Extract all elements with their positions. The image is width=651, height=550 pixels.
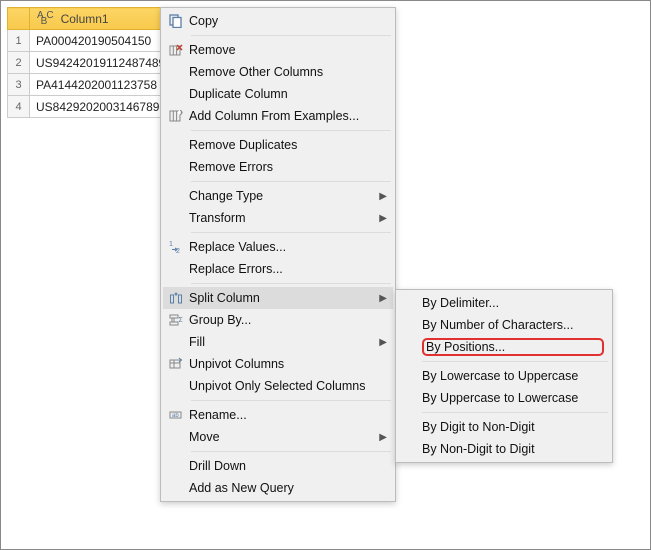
menu-label: Copy bbox=[189, 14, 387, 28]
menu-remove-other[interactable]: Remove Other Columns bbox=[163, 61, 393, 83]
menu-label: Rename... bbox=[189, 408, 387, 422]
submenu-by-digit-nondigit[interactable]: By Digit to Non-Digit bbox=[398, 416, 610, 438]
submenu-arrow-icon: ▶ bbox=[373, 337, 387, 348]
submenu-by-positions[interactable]: By Positions... bbox=[398, 336, 610, 358]
menu-remove-duplicates[interactable]: Remove Duplicates bbox=[163, 134, 393, 156]
submenu-by-delimiter[interactable]: By Delimiter... bbox=[398, 292, 610, 314]
menu-remove-errors[interactable]: Remove Errors bbox=[163, 156, 393, 178]
menu-label: Fill bbox=[189, 335, 373, 349]
menu-label: Unpivot Only Selected Columns bbox=[189, 379, 387, 393]
split-column-icon bbox=[163, 291, 189, 305]
menu-label: Replace Values... bbox=[189, 240, 387, 254]
submenu-label: By Delimiter... bbox=[422, 296, 604, 310]
menu-replace-values[interactable]: 12 Replace Values... bbox=[163, 236, 393, 258]
menu-add-from-examples[interactable]: Add Column From Examples... bbox=[163, 105, 393, 127]
cell-value[interactable]: PA000420190504150 bbox=[30, 30, 173, 52]
menu-label: Add as New Query bbox=[189, 481, 387, 495]
unpivot-icon bbox=[163, 357, 189, 371]
submenu-by-upper-lower[interactable]: By Uppercase to Lowercase bbox=[398, 387, 610, 409]
remove-column-icon bbox=[163, 43, 189, 57]
replace-values-icon: 12 bbox=[163, 240, 189, 254]
menu-label: Change Type bbox=[189, 189, 373, 203]
cell-value[interactable]: US84292020031467895 bbox=[30, 96, 173, 118]
submenu-by-nondigit-digit[interactable]: By Non-Digit to Digit bbox=[398, 438, 610, 460]
submenu-label: By Digit to Non-Digit bbox=[422, 420, 604, 434]
submenu-label: By Non-Digit to Digit bbox=[422, 442, 604, 456]
menu-label: Remove bbox=[189, 43, 387, 57]
table-row[interactable]: 1 PA000420190504150 bbox=[8, 30, 173, 52]
menu-rename[interactable]: ab Rename... bbox=[163, 404, 393, 426]
grid-corner[interactable] bbox=[8, 8, 30, 30]
menu-separator bbox=[422, 412, 608, 413]
submenu-by-lower-upper[interactable]: By Lowercase to Uppercase bbox=[398, 365, 610, 387]
row-number: 2 bbox=[8, 52, 30, 74]
menu-copy[interactable]: Copy bbox=[163, 10, 393, 32]
menu-label: Replace Errors... bbox=[189, 262, 387, 276]
table-row[interactable]: 3 PA4144202001123758 bbox=[8, 74, 173, 96]
menu-split-column[interactable]: Split Column ▶ bbox=[163, 287, 393, 309]
submenu-label: By Positions... bbox=[422, 338, 604, 356]
menu-label: Transform bbox=[189, 211, 373, 225]
add-column-icon bbox=[163, 109, 189, 123]
cell-value[interactable]: US94242019112487489 bbox=[30, 52, 173, 74]
menu-separator bbox=[422, 361, 608, 362]
table-row[interactable]: 4 US84292020031467895 bbox=[8, 96, 173, 118]
row-number: 1 bbox=[8, 30, 30, 52]
menu-label: Remove Other Columns bbox=[189, 65, 387, 79]
menu-label: Unpivot Columns bbox=[189, 357, 387, 371]
menu-label: Group By... bbox=[189, 313, 387, 327]
context-menu: Copy Remove Remove Other Columns Duplica… bbox=[160, 7, 396, 502]
group-by-icon: Σ bbox=[163, 313, 189, 327]
menu-duplicate[interactable]: Duplicate Column bbox=[163, 83, 393, 105]
menu-unpivot-selected[interactable]: Unpivot Only Selected Columns bbox=[163, 375, 393, 397]
submenu-by-numchars[interactable]: By Number of Characters... bbox=[398, 314, 610, 336]
menu-add-as-query[interactable]: Add as New Query bbox=[163, 477, 393, 499]
menu-separator bbox=[191, 181, 391, 182]
menu-move[interactable]: Move ▶ bbox=[163, 426, 393, 448]
svg-text:ab: ab bbox=[172, 413, 179, 419]
menu-label: Remove Duplicates bbox=[189, 138, 387, 152]
menu-change-type[interactable]: Change Type ▶ bbox=[163, 185, 393, 207]
cell-value[interactable]: PA4144202001123758 bbox=[30, 74, 173, 96]
menu-label: Add Column From Examples... bbox=[189, 109, 387, 123]
submenu-arrow-icon: ▶ bbox=[373, 293, 387, 304]
menu-transform[interactable]: Transform ▶ bbox=[163, 207, 393, 229]
submenu-label: By Uppercase to Lowercase bbox=[422, 391, 604, 405]
menu-separator bbox=[191, 130, 391, 131]
row-number: 3 bbox=[8, 74, 30, 96]
menu-label: Split Column bbox=[189, 291, 373, 305]
menu-label: Remove Errors bbox=[189, 160, 387, 174]
menu-group-by[interactable]: Σ Group By... bbox=[163, 309, 393, 331]
menu-separator bbox=[191, 451, 391, 452]
rename-icon: ab bbox=[163, 408, 189, 422]
submenu-label: By Lowercase to Uppercase bbox=[422, 369, 604, 383]
submenu-arrow-icon: ▶ bbox=[373, 191, 387, 202]
table-row[interactable]: 2 US94242019112487489 bbox=[8, 52, 173, 74]
menu-fill[interactable]: Fill ▶ bbox=[163, 331, 393, 353]
menu-separator bbox=[191, 35, 391, 36]
menu-separator bbox=[191, 400, 391, 401]
submenu-label: By Number of Characters... bbox=[422, 318, 604, 332]
menu-unpivot[interactable]: Unpivot Columns bbox=[163, 353, 393, 375]
svg-text:1: 1 bbox=[169, 241, 173, 248]
menu-drill-down[interactable]: Drill Down bbox=[163, 455, 393, 477]
menu-label: Move bbox=[189, 430, 373, 444]
split-column-submenu: By Delimiter... By Number of Characters.… bbox=[395, 289, 613, 463]
menu-separator bbox=[191, 232, 391, 233]
menu-label: Duplicate Column bbox=[189, 87, 387, 101]
type-icon: ABC bbox=[36, 14, 57, 24]
column-header[interactable]: ABC Column1 bbox=[30, 8, 173, 30]
submenu-arrow-icon: ▶ bbox=[373, 432, 387, 443]
submenu-arrow-icon: ▶ bbox=[373, 213, 387, 224]
data-grid: ABC Column1 1 PA000420190504150 2 US9424… bbox=[7, 7, 173, 118]
menu-separator bbox=[191, 283, 391, 284]
svg-text:Σ: Σ bbox=[179, 317, 184, 324]
menu-label: Drill Down bbox=[189, 459, 387, 473]
column-header-label: Column1 bbox=[61, 12, 109, 26]
menu-remove[interactable]: Remove bbox=[163, 39, 393, 61]
copy-icon bbox=[163, 14, 189, 28]
row-number: 4 bbox=[8, 96, 30, 118]
menu-replace-errors[interactable]: Replace Errors... bbox=[163, 258, 393, 280]
